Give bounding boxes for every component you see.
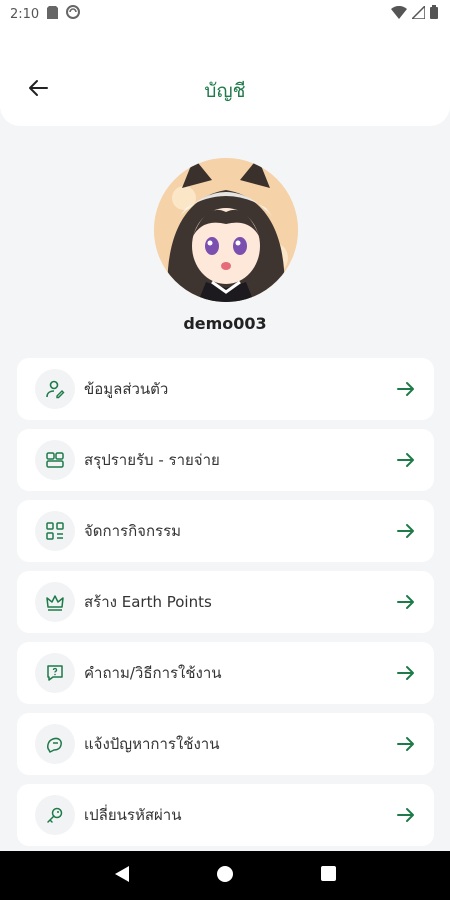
username: demo003 — [183, 314, 267, 333]
battery-icon — [430, 5, 438, 23]
arrow-right-icon — [394, 519, 418, 543]
account-menu: ข้อมูลส่วนตัว สรุปรายรับ - รายจ่าย จัดกา… — [17, 358, 434, 855]
menu-item-label: สร้าง Earth Points — [84, 593, 212, 611]
menu-item-label: สรุปรายรับ - รายจ่าย — [84, 451, 220, 469]
arrow-right-icon — [394, 590, 418, 614]
app-bar: บัญชี — [0, 28, 450, 126]
avatar[interactable] — [154, 158, 298, 302]
menu-item-label: ข้อมูลส่วนตัว — [84, 380, 169, 398]
arrow-right-icon — [394, 661, 418, 685]
menu-item-personal-info[interactable]: ข้อมูลส่วนตัว — [17, 358, 434, 420]
menu-item-label: เปลี่ยนรหัสผ่าน — [84, 806, 182, 824]
key-icon — [35, 795, 75, 835]
question-chat-icon — [35, 653, 75, 693]
status-right — [391, 3, 438, 23]
sync-icon — [66, 5, 81, 23]
arrow-right-icon — [394, 448, 418, 472]
wifi-icon — [391, 5, 407, 23]
arrow-right-icon — [394, 803, 418, 827]
sd-card-icon — [47, 5, 59, 23]
user-edit-icon — [35, 369, 75, 409]
arrow-right-icon — [394, 377, 418, 401]
menu-item-change-password[interactable]: เปลี่ยนรหัสผ่าน — [17, 784, 434, 846]
menu-item-label: จัดการกิจกรรม — [84, 522, 182, 540]
arrow-right-icon — [394, 732, 418, 756]
report-chat-icon — [35, 724, 75, 764]
activity-grid-icon — [35, 511, 75, 551]
nav-back-icon[interactable] — [114, 865, 130, 887]
nav-recents-icon[interactable] — [321, 866, 337, 885]
menu-item-faq[interactable]: คำถาม/วิธีการใช้งาน — [17, 642, 434, 704]
system-nav-bar — [0, 851, 450, 900]
menu-item-earth-points[interactable]: สร้าง Earth Points — [17, 571, 434, 633]
crown-icon — [35, 582, 75, 622]
status-left: 2:10 — [10, 5, 81, 23]
menu-item-label: คำถาม/วิธีการใช้งาน — [84, 664, 222, 682]
status-bar: 2:10 — [0, 0, 450, 28]
nav-home-icon[interactable] — [217, 865, 234, 886]
menu-item-income-summary[interactable]: สรุปรายรับ - รายจ่าย — [17, 429, 434, 491]
status-time: 2:10 — [10, 6, 40, 22]
signal-icon — [410, 3, 426, 23]
menu-item-manage-activities[interactable]: จัดการกิจกรรม — [17, 500, 434, 562]
menu-item-label: แจ้งปัญหาการใช้งาน — [84, 735, 220, 753]
anime-avatar — [154, 158, 298, 302]
page-title: บัญชี — [204, 80, 246, 102]
wallet-summary-icon — [35, 440, 75, 480]
menu-item-report-problem[interactable]: แจ้งปัญหาการใช้งาน — [17, 713, 434, 775]
